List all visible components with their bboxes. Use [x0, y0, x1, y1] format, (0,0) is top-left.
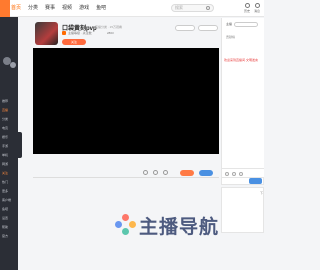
messages-button[interactable]: 消息 [254, 3, 260, 13]
emoji-icon[interactable] [225, 171, 229, 176]
sidebar-item[interactable]: 更多 [2, 189, 16, 193]
filter-icon[interactable] [239, 171, 243, 176]
nav-item-games[interactable]: 游戏 [79, 4, 89, 11]
sidebar-item[interactable]: 官方 [2, 234, 16, 238]
top-bar: 首页 分类 赛事 视频 游戏 鱼吧 搜索 历史 消息 [0, 0, 264, 17]
search-placeholder: 搜索 [175, 5, 183, 10]
chat-secondary-box: 下 [221, 187, 264, 233]
nav-item-events[interactable]: 赛事 [45, 4, 55, 11]
rank-label: 主播 [226, 22, 233, 26]
streamer-avatar[interactable] [35, 22, 58, 45]
sidebar-item[interactable]: 手游 [2, 144, 16, 148]
top-icons: 历史 消息 [244, 3, 260, 13]
sidebar-item[interactable]: 娱乐 [2, 135, 16, 139]
search-input[interactable]: 搜索 [171, 4, 214, 12]
sidebar-collapse-handle[interactable] [17, 132, 22, 158]
watermark-logo-icon [114, 214, 136, 236]
search-icon[interactable] [206, 6, 210, 10]
sidebar-item[interactable]: 热门 [2, 180, 16, 184]
rank-toggle[interactable] [234, 22, 258, 27]
sidebar-item[interactable]: 设置 [2, 216, 16, 220]
nav-item-home[interactable]: 首页 [11, 4, 21, 11]
player-controls [143, 170, 168, 175]
history-label: 历史 [244, 9, 251, 13]
page: 首页 分类 赛事 视频 游戏 鱼吧 搜索 历史 消息 推荐 直播 分类 电竞 娱… [0, 0, 264, 270]
sidebar-items: 推荐 直播 分类 电竞 娱乐 手游 单机 网游 关注 热门 更多 客户端 鱼吧 … [2, 99, 16, 238]
recharge-button[interactable] [180, 170, 194, 176]
nav-item-video[interactable]: 视频 [62, 4, 72, 11]
sidebar-item[interactable]: 鱼吧 [2, 207, 16, 211]
sidebar-item[interactable]: 客户端 [2, 198, 16, 202]
share-button[interactable] [198, 25, 218, 31]
sidebar-item[interactable]: 帮助 [2, 225, 16, 229]
like-icon[interactable] [153, 170, 158, 175]
watermark: 主播导航 [114, 212, 219, 238]
settings-icon[interactable] [232, 171, 236, 176]
watermark-text: 主播导航 [139, 215, 220, 238]
backpack-button[interactable] [199, 170, 213, 176]
site-logo[interactable] [0, 0, 10, 17]
gift-icon[interactable] [143, 170, 148, 175]
sidebar-item[interactable]: 直播 [2, 108, 16, 112]
nav-item-category[interactable]: 分类 [28, 4, 38, 11]
divider [33, 177, 219, 178]
user-badge [10, 62, 16, 68]
messages-label: 消息 [254, 9, 261, 13]
stream-meta: 直播分类 · 15万观看 [95, 25, 123, 29]
sidebar-item[interactable]: 网游 [2, 162, 16, 166]
sidebar-item[interactable]: 分类 [2, 117, 16, 121]
main-nav: 首页 分类 赛事 视频 游戏 鱼吧 [11, 4, 106, 11]
sidebar-item[interactable]: 单机 [2, 153, 16, 157]
contribution-tab[interactable]: 贡献榜 [226, 35, 235, 39]
nav-item-forum[interactable]: 鱼吧 [96, 4, 106, 11]
video-player[interactable] [33, 48, 219, 154]
clock-icon [244, 3, 250, 8]
bell-icon [254, 3, 260, 8]
right-panel: 主播 贡献榜 欢迎来到直播间·文明发言 [221, 18, 264, 178]
chat-notice: 欢迎来到直播间·文明发言 [224, 58, 258, 62]
fans-count: 2863 [107, 31, 114, 35]
sidebar-item[interactable]: 电竞 [2, 126, 16, 130]
sidebar-item[interactable]: 关注 [2, 171, 16, 175]
stream-subline: 主播等级 · 关注数 [68, 31, 92, 35]
follow-button[interactable]: 关注 [62, 39, 86, 45]
more-icon[interactable] [163, 170, 168, 175]
hot-badge [62, 31, 66, 35]
history-button[interactable]: 历史 [244, 3, 250, 13]
left-sidebar: 推荐 直播 分类 电竞 娱乐 手游 单机 网游 关注 热门 更多 客户端 鱼吧 … [0, 17, 18, 270]
send-button[interactable] [249, 178, 262, 184]
box-corner-label: 下 [260, 191, 264, 195]
sidebar-item[interactable]: 推荐 [2, 99, 16, 103]
report-button[interactable] [175, 25, 195, 31]
